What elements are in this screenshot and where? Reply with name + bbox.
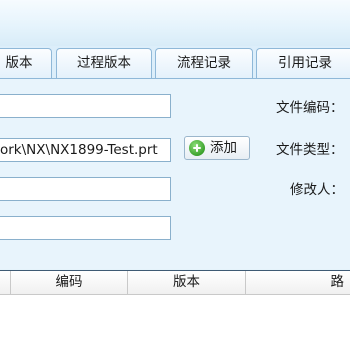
tab-process-version-label: 过程版本 <box>77 55 131 71</box>
file-type-label: 文件类型： <box>276 142 344 158</box>
tab-version-label: 版本 <box>5 55 33 71</box>
tab-version[interactable]: 版本 <box>0 48 52 78</box>
tab-reference-record-label: 引用记录 <box>278 55 332 71</box>
add-button[interactable]: 添加 <box>184 136 250 160</box>
column-path-label: 路 <box>330 274 345 290</box>
add-circle-icon <box>189 140 205 156</box>
field-1-input[interactable] <box>0 94 171 118</box>
field-4-input[interactable] <box>0 216 171 240</box>
table-body <box>0 295 350 350</box>
tab-process-version[interactable]: 过程版本 <box>56 48 152 78</box>
file-path-value: ork\NX\NX1899-Test.prt <box>0 142 158 158</box>
column-header-version[interactable]: 版本 <box>128 271 246 294</box>
column-header-blank[interactable] <box>0 271 11 294</box>
tab-flow-record-label: 流程记录 <box>177 55 231 71</box>
modifier-label: 修改人： <box>290 182 344 198</box>
column-header-code[interactable]: 编码 <box>11 271 128 294</box>
add-button-label: 添加 <box>210 140 237 156</box>
file-path-input[interactable]: ork\NX\NX1899-Test.prt <box>0 138 171 162</box>
column-code-label: 编码 <box>55 274 83 290</box>
tab-reference-record[interactable]: 引用记录 <box>256 48 350 78</box>
window-top-band <box>0 0 350 46</box>
tab-flow-record[interactable]: 流程记录 <box>155 48 253 78</box>
field-3-input[interactable] <box>0 177 171 201</box>
column-header-path[interactable]: 路 <box>246 271 350 294</box>
file-code-label: 文件编码： <box>276 100 344 116</box>
table-header: 编码 版本 路 <box>0 270 350 295</box>
column-version-label: 版本 <box>173 274 200 290</box>
